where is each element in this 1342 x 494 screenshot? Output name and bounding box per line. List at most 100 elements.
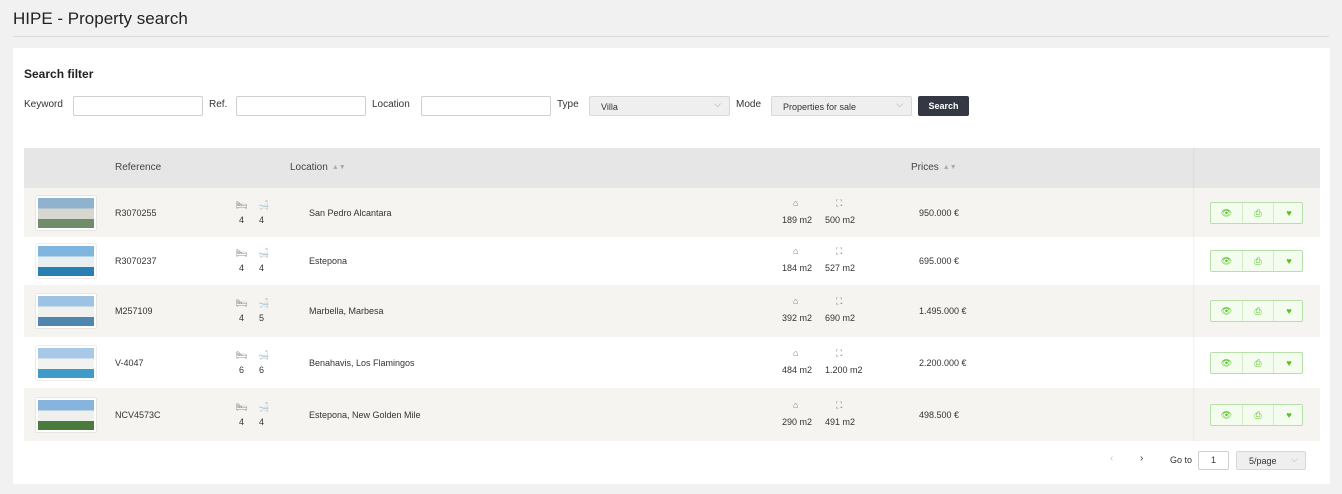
reference-cell: NCV4573C — [115, 409, 161, 420]
mode-select-value: Properties for sale — [783, 102, 857, 112]
table-header: Reference Location ▲▼ Prices ▲▼ — [24, 148, 1320, 188]
keyword-label: Keyword — [24, 99, 63, 110]
sort-icon[interactable]: ▲▼ — [943, 164, 957, 171]
reference-cell: R3070255 — [115, 207, 157, 218]
price-cell: 695.000 € — [919, 256, 960, 266]
chevron-down-icon: ⌵ — [714, 99, 721, 109]
location-label: Location — [372, 99, 410, 110]
page-size-select[interactable]: 5/page ⌵ — [1236, 451, 1306, 470]
location-input[interactable] — [421, 96, 551, 116]
sort-icon[interactable]: ▲▼ — [332, 164, 346, 171]
house-icon: ⌂ — [793, 399, 799, 410]
plot-area: 527 m2 — [825, 263, 856, 273]
expand-icon: ⛶ — [836, 399, 843, 410]
bath-icon: 🛁 — [258, 349, 270, 360]
eye-icon[interactable]: 👁 — [1211, 353, 1242, 373]
table-row[interactable]: R3070237 🛏 🛁 4 4 Estepona ⌂ ⛶ 184 m2 527… — [24, 237, 1320, 285]
row-actions: 👁 ⎙ ♥ — [1210, 201, 1304, 224]
eye-icon[interactable]: 👁 — [1211, 203, 1242, 223]
page-size-value: 5/page — [1249, 456, 1277, 466]
eye-icon[interactable]: 👁 — [1211, 251, 1242, 271]
table-row[interactable]: V-4047 🛏 🛁 6 6 Benahavis, Los Flamingos … — [24, 337, 1320, 388]
keyword-input[interactable] — [73, 96, 203, 116]
heart-icon[interactable]: ♥ — [1273, 352, 1304, 373]
baths-count: 4 — [259, 263, 265, 273]
property-thumbnail[interactable] — [36, 244, 96, 278]
bed-icon: 🛏 — [236, 298, 248, 308]
location-cell: Estepona, New Golden Mile — [309, 409, 421, 420]
reference-cell: R3070237 — [115, 256, 157, 266]
price-cell: 2.200.000 € — [919, 357, 967, 368]
row-actions: 👁 ⎙ ♥ — [1210, 250, 1303, 272]
expand-icon: ⛶ — [836, 296, 843, 306]
column-header-prices[interactable]: Prices ▲▼ — [911, 162, 957, 173]
heart-icon[interactable]: ♥ — [1273, 404, 1304, 425]
property-thumbnail[interactable] — [36, 345, 96, 380]
beds-count: 4 — [239, 416, 245, 427]
next-page-icon[interactable]: › — [1140, 453, 1143, 464]
expand-icon: ⛶ — [836, 347, 843, 358]
price-cell: 498.500 € — [919, 409, 960, 420]
heart-icon[interactable]: ♥ — [1273, 301, 1304, 321]
column-header-reference: Reference — [115, 162, 162, 173]
filter-row: Keyword Ref. Location Type Villa ⌵ Mode … — [24, 96, 1024, 117]
house-icon: ⌂ — [793, 246, 799, 256]
mode-select[interactable]: Properties for sale ⌵ — [771, 96, 912, 116]
house-icon: ⌂ — [793, 197, 799, 208]
page-title: HIPE - Property search — [13, 9, 188, 28]
printer-icon[interactable]: ⎙ — [1242, 251, 1273, 271]
beds-count: 4 — [239, 313, 245, 323]
house-icon: ⌂ — [793, 296, 799, 306]
built-area: 392 m2 — [782, 313, 813, 323]
printer-icon[interactable]: ⎙ — [1242, 352, 1273, 373]
row-actions: 👁 ⎙ ♥ — [1210, 300, 1303, 322]
house-icon: ⌂ — [793, 347, 799, 358]
eye-icon[interactable]: 👁 — [1211, 405, 1242, 425]
bath-icon: 🛁 — [258, 298, 270, 308]
built-area: 290 m2 — [782, 416, 813, 427]
plot-area: 690 m2 — [825, 313, 856, 323]
heart-icon[interactable]: ♥ — [1273, 202, 1304, 223]
row-actions: 👁 ⎙ ♥ — [1210, 351, 1304, 374]
location-cell: Benahavis, Los Flamingos — [309, 357, 415, 368]
baths-count: 6 — [259, 364, 265, 375]
property-thumbnail[interactable] — [36, 195, 96, 230]
bed-icon: 🛏 — [236, 401, 248, 412]
type-select[interactable]: Villa ⌵ — [589, 96, 730, 116]
property-thumbnail[interactable] — [36, 294, 96, 328]
eye-icon[interactable]: 👁 — [1211, 301, 1242, 321]
printer-icon[interactable]: ⎙ — [1242, 301, 1273, 321]
column-header-location[interactable]: Location ▲▼ — [290, 162, 346, 173]
location-cell: San Pedro Alcantara — [309, 207, 392, 218]
filter-title: Search filter — [24, 67, 94, 81]
location-cell: Marbella, Marbesa — [309, 306, 384, 316]
reference-cell: V-4047 — [115, 357, 144, 368]
expand-icon: ⛶ — [836, 197, 843, 208]
bed-icon: 🛏 — [236, 199, 248, 210]
table-row[interactable]: NCV4573C 🛏 🛁 4 4 Estepona, New Golden Mi… — [24, 388, 1320, 441]
printer-icon[interactable]: ⎙ — [1242, 404, 1273, 425]
reference-cell: M257109 — [115, 306, 153, 316]
bed-icon: 🛏 — [236, 349, 248, 360]
chevron-down-icon: ⌵ — [896, 99, 903, 109]
location-cell: Estepona — [309, 256, 348, 266]
mode-label: Mode — [736, 99, 762, 110]
heart-icon[interactable]: ♥ — [1273, 251, 1304, 271]
goto-page-input[interactable]: 1 — [1198, 451, 1229, 470]
printer-icon[interactable]: ⎙ — [1242, 202, 1273, 223]
fixed-column-shadow — [1193, 148, 1195, 441]
table-row[interactable]: R3070255 🛏 🛁 4 4 San Pedro Alcantara ⌂ ⛶… — [24, 188, 1320, 237]
built-area: 484 m2 — [782, 364, 813, 375]
built-area: 189 m2 — [782, 214, 813, 225]
property-thumbnail[interactable] — [36, 397, 96, 432]
search-button[interactable]: Search — [918, 96, 969, 116]
bath-icon: 🛁 — [258, 199, 270, 210]
built-area: 184 m2 — [782, 263, 813, 273]
content-card: Search filter Keyword Ref. Location Type… — [13, 48, 1330, 484]
chevron-down-icon: ⌵ — [1291, 454, 1298, 464]
prev-page-icon[interactable]: ‹ — [1110, 453, 1113, 464]
table-row[interactable]: M257109 🛏 🛁 4 5 Marbella, Marbesa ⌂ ⛶ 39… — [24, 285, 1320, 337]
ref-input[interactable] — [236, 96, 366, 116]
title-divider — [13, 36, 1329, 37]
baths-count: 4 — [259, 416, 265, 427]
